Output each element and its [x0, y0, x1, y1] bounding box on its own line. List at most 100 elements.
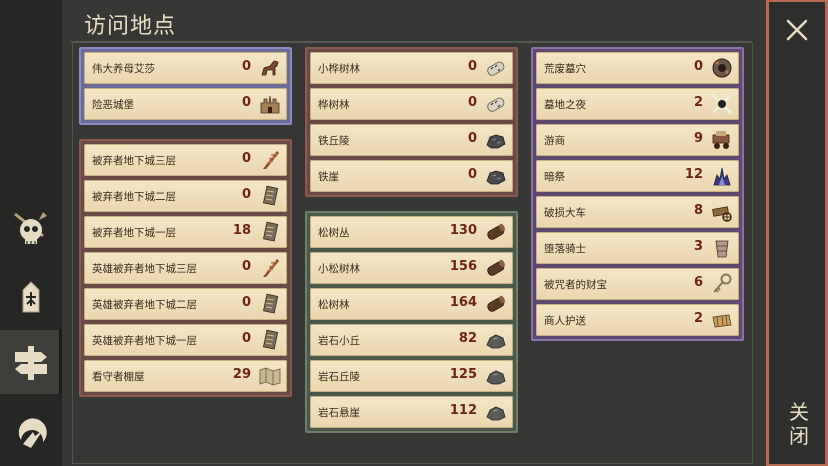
visit-count: 12 [684, 167, 703, 182]
location-name: 小桦树林 [318, 63, 360, 75]
visit-count: 3 [693, 239, 703, 254]
feather-quill-icon [257, 147, 283, 173]
visit-count: 82 [458, 331, 477, 346]
visit-count: 8 [693, 203, 703, 218]
broken-cart-icon [709, 199, 735, 225]
location-card[interactable]: 英雄被弃者地下城二层 0 [84, 288, 287, 320]
location-card[interactable]: 被弃者地下城二层 0 [84, 180, 287, 212]
crypt-icon [709, 55, 735, 81]
location-card[interactable]: 商人护送 2 [536, 304, 739, 336]
close-button[interactable]: 关闭 [787, 400, 811, 448]
visit-count: 0 [467, 59, 477, 74]
location-card[interactable]: 岩石小丘 82 [310, 324, 513, 356]
close-icon[interactable] [783, 16, 811, 44]
location-card[interactable]: 暗祭 12 [536, 160, 739, 192]
location-card[interactable]: 被弃者地下城一层 18 [84, 216, 287, 248]
visit-count: 0 [241, 331, 251, 346]
location-name: 堕落骑士 [544, 243, 586, 255]
location-name: 伟大养母艾莎 [92, 63, 155, 75]
location-card[interactable]: 荒废墓穴 0 [536, 52, 739, 84]
visit-count: 2 [693, 95, 703, 110]
location-card[interactable]: 岩石丘陵 125 [310, 360, 513, 392]
chess-piece-icon [22, 281, 40, 313]
location-card[interactable]: 破损大车 8 [536, 196, 739, 228]
location-card[interactable]: 游商 9 [536, 124, 739, 156]
location-card[interactable]: 桦树林 0 [310, 88, 513, 120]
pine-log-icon [483, 219, 509, 245]
location-card[interactable]: 被弃者地下城三层 0 [84, 144, 287, 176]
location-name: 被弃者地下城三层 [92, 155, 176, 167]
location-name: 暗祭 [544, 171, 565, 183]
close-side-bar[interactable]: 关闭 [766, 0, 828, 466]
crossed-bones-icon [709, 91, 735, 117]
visit-count: 0 [241, 59, 251, 74]
visit-count: 0 [467, 131, 477, 146]
location-name: 桦树林 [318, 99, 350, 111]
location-name: 岩石丘陵 [318, 371, 360, 383]
visit-count: 29 [232, 367, 251, 382]
location-name: 墓地之夜 [544, 99, 586, 111]
scroll-icon [257, 327, 283, 353]
location-group-birch-iron: 小桦树林 0 桦树林 0 铁丘陵 0 铁崖 0 [305, 47, 518, 197]
location-card[interactable]: 险恶城堡 0 [84, 88, 287, 120]
location-card[interactable]: 伟大养母艾莎 0 [84, 52, 287, 84]
location-card[interactable]: 英雄被弃者地下城一层 0 [84, 324, 287, 356]
visit-count: 6 [693, 275, 703, 290]
location-name: 松树丛 [318, 227, 350, 239]
key-icon [709, 271, 735, 297]
location-name: 小松树林 [318, 263, 360, 275]
location-card[interactable]: 小桦树林 0 [310, 52, 513, 84]
nav-tab-chess[interactable] [0, 264, 62, 328]
nav-tab-signpost[interactable] [0, 330, 62, 394]
location-name: 险恶城堡 [92, 99, 134, 111]
visit-count: 112 [449, 403, 477, 418]
location-card[interactable]: 被咒者的财宝 6 [536, 268, 739, 300]
visit-count: 156 [449, 259, 477, 274]
location-group-dungeons: 被弃者地下城三层 0 被弃者地下城二层 0 被弃者地下城一层 18 英雄被弃者地… [79, 139, 292, 397]
location-group-pine-stone: 松树丛 130 小松树林 156 松树林 164 岩石小丘 82 岩石丘陵 12… [305, 211, 518, 433]
scroll-icon [257, 291, 283, 317]
crescent-icon [18, 418, 47, 448]
bucket-icon [709, 235, 735, 261]
pine-log-icon [483, 255, 509, 281]
location-card[interactable]: 铁崖 0 [310, 160, 513, 192]
visit-count: 0 [467, 167, 477, 182]
location-name: 英雄被弃者地下城二层 [92, 299, 197, 311]
location-card[interactable]: 松树林 164 [310, 288, 513, 320]
stone-icon [483, 327, 509, 353]
horse-icon [257, 55, 283, 81]
panel-title: 访问地点 [84, 14, 177, 39]
visit-count: 18 [232, 223, 251, 238]
location-name: 英雄被弃者地下城三层 [92, 263, 197, 275]
location-name: 游商 [544, 135, 565, 147]
location-name: 荒废墓穴 [544, 63, 586, 75]
cart-icon [709, 127, 735, 153]
nav-tab-skull[interactable] [0, 196, 62, 260]
nav-tab-crescent[interactable] [0, 400, 62, 464]
scroll-icon [257, 183, 283, 209]
location-group-legendary: 伟大养母艾莎 0 险恶城堡 0 [79, 47, 292, 125]
visit-count: 125 [449, 367, 477, 382]
location-card[interactable]: 堕落骑士 3 [536, 232, 739, 264]
location-card[interactable]: 看守者棚屋 29 [84, 360, 287, 392]
side-navigation [0, 0, 62, 466]
visit-count: 164 [449, 295, 477, 310]
location-name: 铁崖 [318, 171, 339, 183]
location-card[interactable]: 英雄被弃者地下城三层 0 [84, 252, 287, 284]
location-card[interactable]: 铁丘陵 0 [310, 124, 513, 156]
birch-log-icon [483, 91, 509, 117]
visit-count: 0 [241, 151, 251, 166]
scroll-icon [257, 219, 283, 245]
visit-count: 0 [241, 259, 251, 274]
location-card[interactable]: 松树丛 130 [310, 216, 513, 248]
location-card[interactable]: 岩石悬崖 112 [310, 396, 513, 428]
location-name: 看守者棚屋 [92, 371, 145, 383]
location-card[interactable]: 墓地之夜 2 [536, 88, 739, 120]
location-name: 岩石小丘 [318, 335, 360, 347]
location-card[interactable]: 小松树林 156 [310, 252, 513, 284]
stone-icon [483, 363, 509, 389]
location-name: 商人护送 [544, 315, 586, 327]
caravan-icon [709, 307, 735, 333]
visit-count: 0 [241, 95, 251, 110]
location-name: 松树林 [318, 299, 350, 311]
